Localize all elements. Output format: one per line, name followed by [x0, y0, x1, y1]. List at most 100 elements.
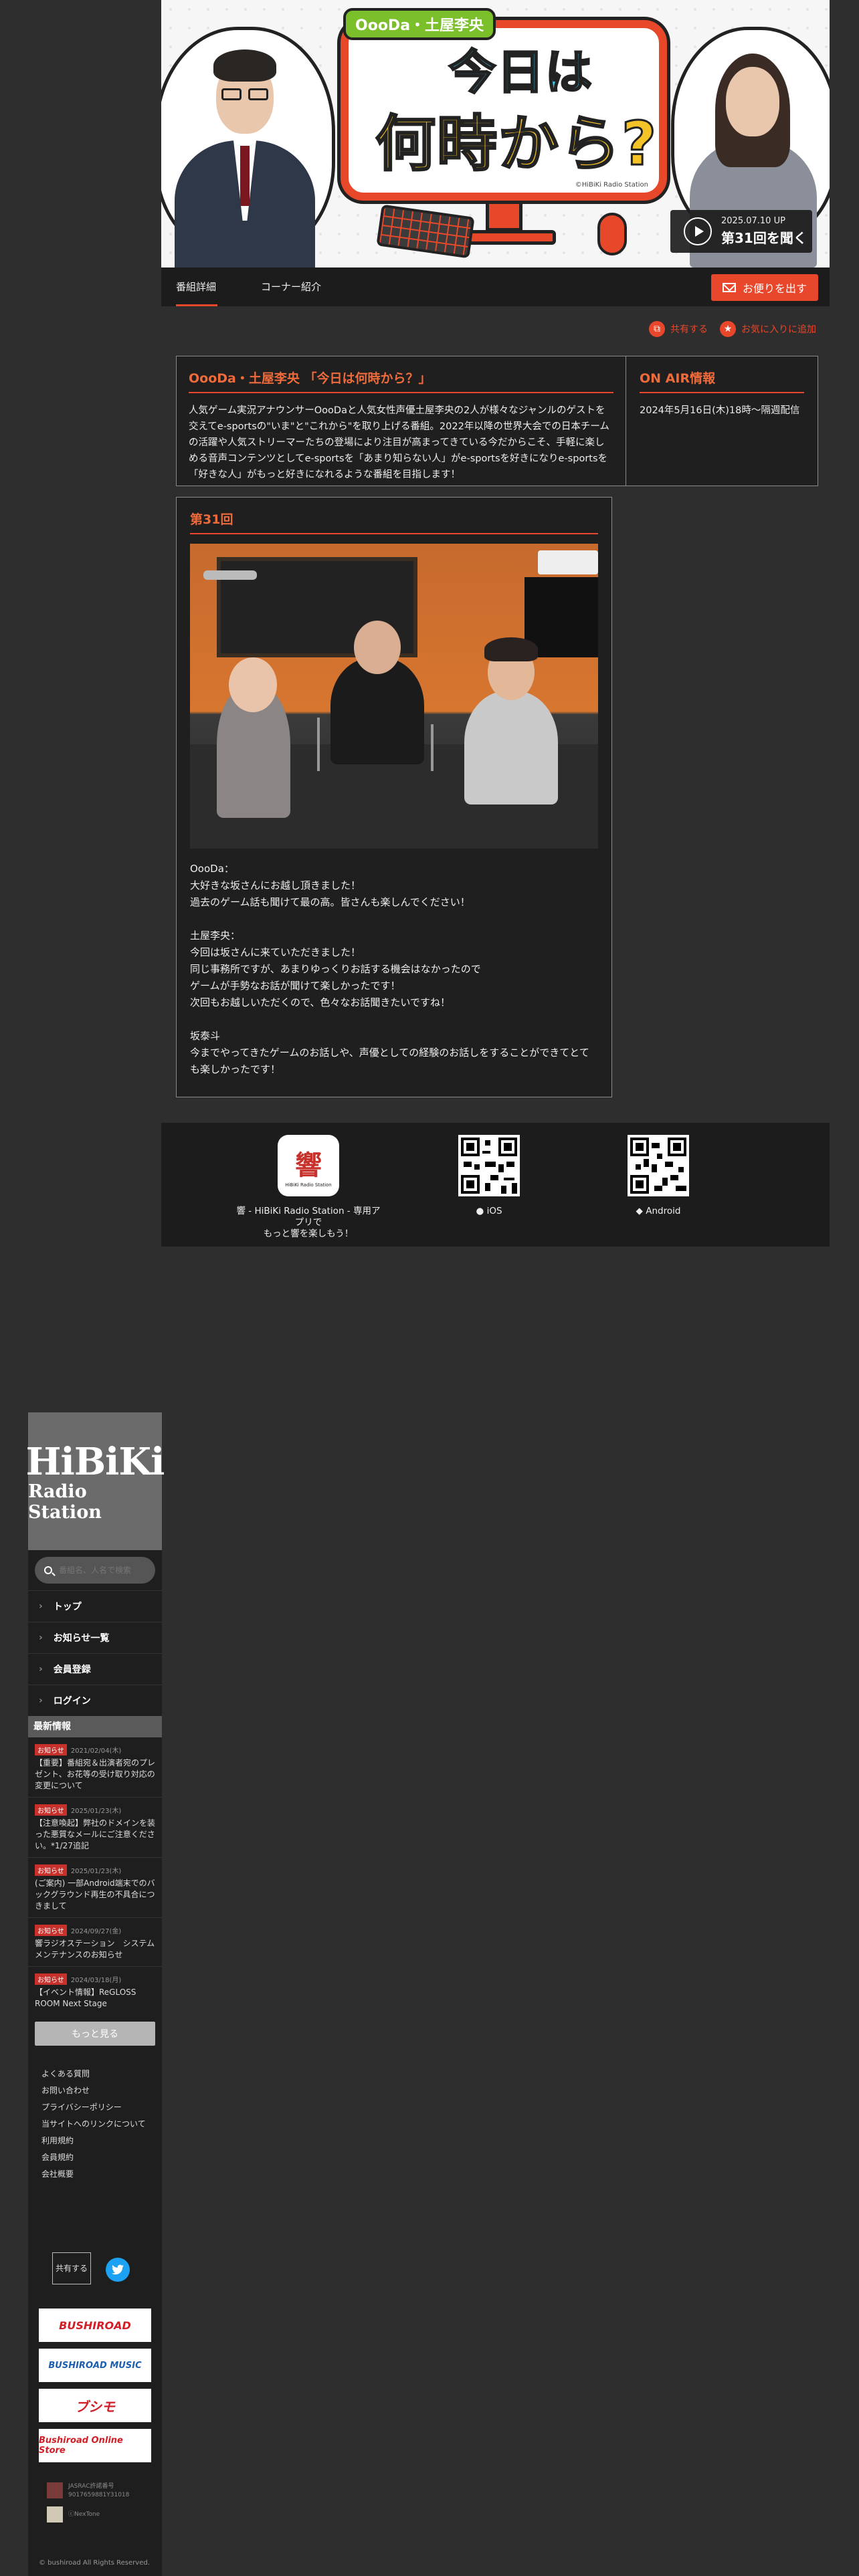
news-date: 2021/02/04(木) — [70, 1747, 122, 1755]
copyright: © bushiroad All Rights Reserved. — [39, 2559, 150, 2567]
search-box — [35, 1557, 155, 1584]
nav-label: トップ — [53, 1602, 82, 1612]
chevron-right-icon: › — [39, 1695, 43, 1706]
nav-item-register[interactable]: › 会員登録 — [28, 1653, 162, 1685]
male-host-illustration — [175, 40, 315, 267]
share-icon: ⧉ — [649, 321, 665, 337]
episode-box: 第31回 OooDa： 大好きな坂さんにお越し頂きました！ 過去のゲーム話も聞け… — [176, 497, 612, 1097]
app-desc-line: 響 - HiBiKi Radio Station - 専用アプリで — [236, 1206, 381, 1228]
nav-label: ログイン — [53, 1696, 91, 1707]
site-logo[interactable]: HiBiKi Radio Station — [26, 1412, 165, 1550]
share-row: ⧉ 共有する ★ お気に入りに追加 — [649, 321, 816, 337]
link-faq[interactable]: よくある質問 — [41, 2066, 162, 2082]
news-date: 2024/03/18(月) — [70, 1977, 122, 1984]
news-badge: お知らせ — [35, 1804, 67, 1816]
nav-item-top[interactable]: › トップ — [28, 1590, 162, 1622]
episode-line: 今までやってきたゲームのお話しや、声優としての経験のお話しをすることができてとて… — [190, 1047, 589, 1075]
partner-bushiroad-music[interactable]: BUSHIROAD MUSIC — [39, 2349, 151, 2382]
onair-schedule: 2024年5月16日(木)18時〜隔週配信 — [640, 405, 800, 416]
mouse-illustration — [597, 213, 627, 255]
nav-label: お知らせ一覧 — [53, 1633, 110, 1644]
news-item[interactable]: お知らせ 2024/03/18(月) 【イベント情報】ReGLOSS ROOM N… — [28, 1967, 162, 2015]
twitter-icon — [112, 2264, 124, 2275]
listen-date: 2025.07.10 UP — [721, 216, 785, 226]
listen-label: 第31回を聞く — [721, 230, 807, 246]
program-description: 人気ゲーム実況アナウンサーOooDaと人気女性声優土屋李央の2人が様々なジャンル… — [189, 405, 609, 480]
latest-news-heading: 最新情報 — [28, 1716, 162, 1737]
nextone-text: ⓒNexTone — [68, 2511, 100, 2518]
qr-pattern — [461, 1138, 517, 1194]
link-member-terms[interactable]: 会員規約 — [41, 2149, 162, 2166]
share-button[interactable]: ⧉ 共有する — [649, 321, 708, 337]
link-linking-policy[interactable]: 当サイトへのリンクについて — [41, 2116, 162, 2133]
android-label-row: ◆ Android — [618, 1206, 698, 1217]
news-item[interactable]: お知らせ 2024/09/27(金) 響ラジオステーション システムメンテナンスの… — [28, 1918, 162, 1967]
episode-line: 大好きな坂さんにお越し頂きました！ — [190, 879, 361, 891]
favorite-label: お気に入りに追加 — [741, 324, 816, 335]
news-title: (ご案内) 一部Android端末でのバックグラウンド再生の不具合につきまして — [35, 1879, 155, 1911]
search-input[interactable] — [58, 1565, 151, 1576]
star-icon: ★ — [720, 321, 736, 337]
program-banner: OooDa・土屋李央 今日は 何時から? ©HiBiKi Radio Stati… — [161, 0, 830, 267]
app-icon-sub: HiBiKi Radio Station — [285, 1182, 332, 1188]
nav-label: 会員登録 — [53, 1665, 91, 1675]
news-date: 2025/01/23(木) — [70, 1868, 122, 1875]
news-date: 2024/09/27(金) — [70, 1928, 122, 1935]
share-label: 共有する — [670, 324, 708, 335]
link-contact[interactable]: お問い合わせ — [41, 2082, 162, 2099]
program-info-box: OooDa・土屋李央 「今日は何時から？」 人気ゲーム実況アナウンサーOooDa… — [176, 356, 818, 486]
link-company[interactable]: 会社概要 — [41, 2166, 162, 2183]
chevron-right-icon: › — [39, 1632, 43, 1643]
android-icon: ◆ — [636, 1206, 643, 1216]
favorite-button[interactable]: ★ お気に入りに追加 — [720, 321, 816, 337]
play-icon — [684, 217, 712, 245]
jasrac-line: 9017659881Y31018 — [68, 2492, 130, 2498]
app-icon-glyph: 響 — [295, 1150, 322, 1181]
partner-bushimo[interactable]: ブシモ — [39, 2389, 151, 2422]
qr-pattern — [630, 1138, 686, 1194]
send-mail-label: お便りを出す — [742, 282, 807, 295]
apple-icon: ● — [476, 1206, 484, 1216]
app-promo[interactable]: 響 HiBiKi Radio Station 響 - HiBiKi Radio … — [235, 1135, 382, 1240]
news-item[interactable]: お知らせ 2025/01/23(木) (ご案内) 一部Android端末でのバック… — [28, 1858, 162, 1918]
android-download[interactable]: ◆ Android — [618, 1135, 698, 1217]
footer-links: よくある質問 お問い合わせ プライバシーポリシー 当サイトへのリンクについて 利… — [28, 2066, 162, 2183]
episode-line: 今回は坂さんに来ていただきました！ — [190, 946, 361, 958]
sidebar-share-button[interactable]: 共有する — [52, 2252, 91, 2284]
listen-episode-button[interactable]: 2025.07.10 UP 第31回を聞く — [670, 210, 812, 253]
partner-label: BUSHIROAD — [59, 2319, 131, 2332]
partner-bushiroad[interactable]: BUSHIROAD — [39, 2309, 151, 2342]
program-description-panel: OooDa・土屋李央 「今日は何時から？」 人気ゲーム実況アナウンサーOooDa… — [177, 356, 626, 486]
ios-download[interactable]: ● iOS — [449, 1135, 529, 1217]
news-title: 響ラジオステーション システムメンテナンスのお知らせ — [35, 1939, 155, 1959]
episode-line: 同じ事務所ですが、あまりゆっくりお話する機会はなかったので — [190, 963, 481, 975]
episode-line: 土屋李央： — [190, 930, 241, 942]
logo-line-2: 何時から? — [374, 108, 658, 181]
news-item[interactable]: お知らせ 2025/01/23(木) 【注意喚起】弊社のドメインを装った悪質なメー… — [28, 1798, 162, 1858]
hibiki-app-icon: 響 HiBiKi Radio Station — [278, 1135, 339, 1196]
partner-label: BUSHIROAD MUSIC — [48, 2360, 142, 2371]
news-item[interactable]: お知らせ 2021/02/04(木) 【重要】番組宛＆出演者宛のプレゼント、お花等… — [28, 1737, 162, 1798]
news-date: 2025/01/23(木) — [70, 1808, 122, 1815]
link-privacy[interactable]: プライバシーポリシー — [41, 2099, 162, 2116]
send-mail-button[interactable]: お便りを出す — [711, 274, 818, 301]
link-terms[interactable]: 利用規約 — [41, 2133, 162, 2149]
episode-line — [190, 1011, 598, 1028]
jasrac-line: JASRAC許諾番号 — [68, 2483, 114, 2490]
news-badge: お知らせ — [35, 1973, 67, 1985]
episode-title: 第31回 — [190, 510, 598, 534]
tab-program-details[interactable]: 番組詳細 — [176, 267, 217, 306]
more-news-button[interactable]: もっと見る — [35, 2022, 155, 2046]
tab-corner-intro[interactable]: コーナー紹介 — [261, 267, 321, 306]
nav-item-news-list[interactable]: › お知らせ一覧 — [28, 1622, 162, 1653]
episode-photo — [190, 544, 598, 849]
program-title: OooDa・土屋李央 「今日は何時から？」 — [189, 368, 613, 393]
partner-bushiroad-online-store[interactable]: Bushiroad Online Store — [39, 2429, 151, 2462]
twitter-button[interactable] — [106, 2258, 130, 2282]
nav-item-login[interactable]: › ログイン — [28, 1685, 162, 1716]
program-tabbar: 番組詳細 コーナー紹介 お便りを出す — [161, 267, 830, 306]
chevron-right-icon: › — [39, 1664, 43, 1675]
episode-line: ゲームが手勢なお話が聞けて楽しかったです！ — [190, 980, 401, 992]
title-logo-monitor: OooDa・土屋李央 今日は 何時から? ©HiBiKi Radio Stati… — [341, 8, 667, 245]
nextone-logo — [47, 2506, 63, 2523]
